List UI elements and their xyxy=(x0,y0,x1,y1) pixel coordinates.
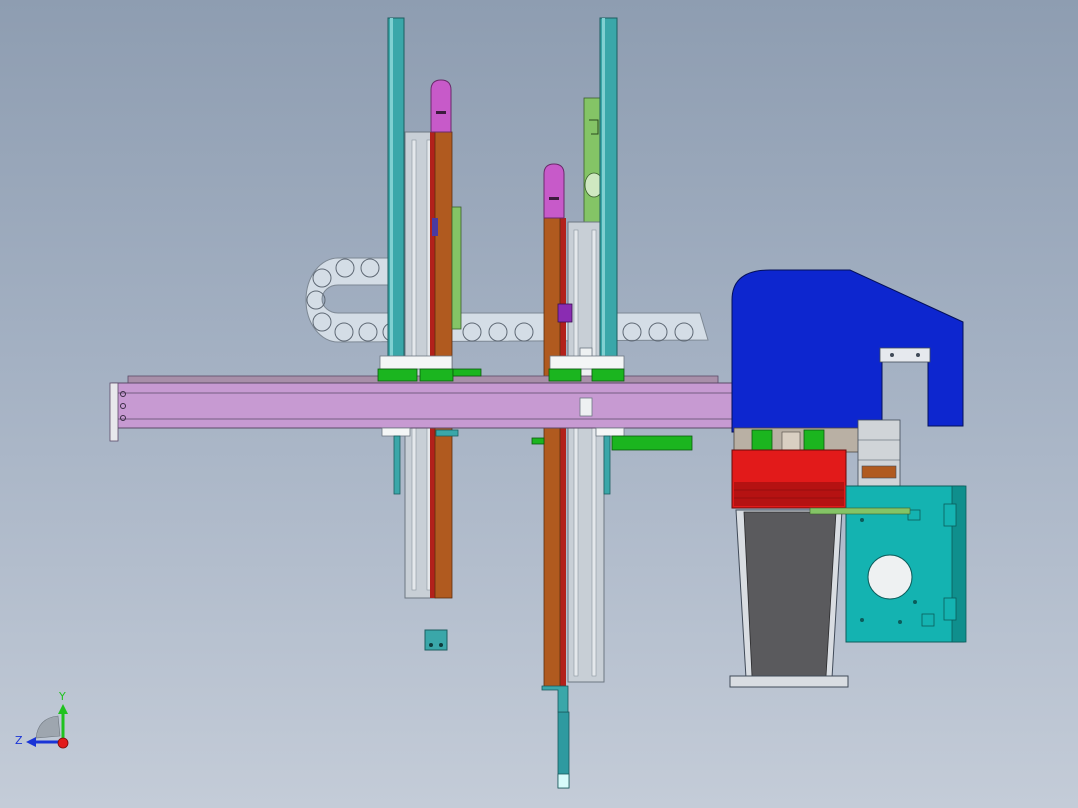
small-teal-bracket xyxy=(424,629,448,651)
cable-drag-chain xyxy=(305,257,709,343)
left-green-panel xyxy=(451,206,462,330)
right-red-strip xyxy=(560,218,566,688)
blue-cover xyxy=(731,269,964,433)
rail-body xyxy=(111,382,735,429)
purple-clamp xyxy=(557,303,573,323)
left-magenta-cap xyxy=(430,79,452,133)
x-axis-dot xyxy=(57,737,69,749)
rail-end-cap xyxy=(109,382,119,442)
cad-viewport[interactable]: Y Z xyxy=(0,0,1078,808)
left-vertical-axis xyxy=(387,17,462,599)
right-guide-plate xyxy=(567,221,605,683)
z-axis-label: Z xyxy=(15,734,23,747)
hopper xyxy=(729,509,849,688)
right-orange-plate xyxy=(543,217,561,689)
coordinate-triad: Y Z xyxy=(15,690,69,749)
y-axis-label: Y xyxy=(58,690,66,703)
red-feeder-box xyxy=(731,449,847,509)
right-magenta-cap xyxy=(543,163,565,219)
